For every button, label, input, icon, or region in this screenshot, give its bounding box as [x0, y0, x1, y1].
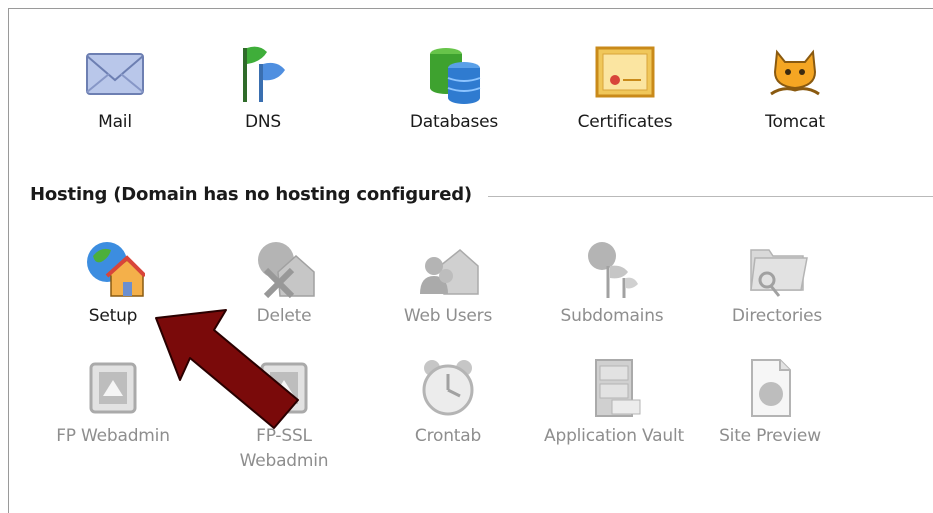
tomcat-icon	[770, 49, 820, 96]
setup-label: Setup	[88, 306, 138, 326]
web-users-icon	[420, 249, 479, 295]
application-vault-tool: Application Vault	[541, 356, 687, 449]
dns-label: DNS	[245, 112, 281, 132]
site-preview-label: Site Preview	[719, 426, 821, 446]
certificates-icon	[595, 46, 655, 98]
fp-ssl-webadmin-label: FP-SSL Webadmin	[239, 426, 329, 471]
crontab-icon	[422, 360, 474, 416]
setup-tool[interactable]: Setup	[48, 236, 178, 329]
section-divider	[487, 196, 933, 197]
dns-tool[interactable]: DNS	[198, 42, 328, 135]
fp-webadmin-icon	[89, 362, 137, 414]
tomcat-label: Tomcat	[765, 112, 825, 132]
certificates-label: Certificates	[577, 112, 673, 132]
site-preview-icon	[751, 359, 791, 417]
setup-icon	[87, 242, 145, 297]
directories-tool: Directories	[712, 236, 842, 329]
fp-webadmin-tool: FP Webadmin	[48, 356, 178, 449]
site-preview-tool: Site Preview	[705, 356, 835, 449]
application-vault-icon	[595, 359, 641, 417]
mail-label: Mail	[98, 112, 132, 132]
databases-label: Databases	[409, 112, 499, 132]
directories-label: Directories	[731, 306, 823, 326]
delete-label: Delete	[256, 306, 312, 326]
crontab-tool: Crontab	[383, 356, 513, 449]
databases-tool[interactable]: Databases	[389, 42, 519, 135]
subdomains-tool: Subdomains	[547, 236, 677, 329]
fp-ssl-webadmin-icon	[260, 362, 308, 414]
certificates-tool[interactable]: Certificates	[560, 42, 690, 135]
directories-icon	[750, 249, 808, 297]
hosting-section-title: Hosting (Domain has no hosting configure…	[30, 184, 472, 205]
delete-icon	[258, 242, 315, 299]
web-users-label: Web Users	[403, 306, 493, 326]
web-users-tool: Web Users	[383, 236, 513, 329]
fp-webadmin-label: FP Webadmin	[56, 426, 170, 446]
fp-ssl-webadmin-tool: FP-SSL Webadmin	[219, 356, 349, 474]
hosting-section-header: Hosting (Domain has no hosting configure…	[30, 184, 933, 205]
dns-icon	[243, 46, 285, 102]
subdomains-label: Subdomains	[560, 306, 664, 326]
crontab-label: Crontab	[414, 426, 482, 446]
mail-icon	[86, 53, 144, 95]
application-vault-label: Application Vault	[544, 426, 684, 446]
mail-tool[interactable]: Mail	[50, 42, 180, 135]
delete-tool: Delete	[219, 236, 349, 329]
databases-icon	[430, 48, 481, 104]
subdomains-icon	[588, 242, 638, 298]
tomcat-tool[interactable]: Tomcat	[730, 42, 860, 135]
